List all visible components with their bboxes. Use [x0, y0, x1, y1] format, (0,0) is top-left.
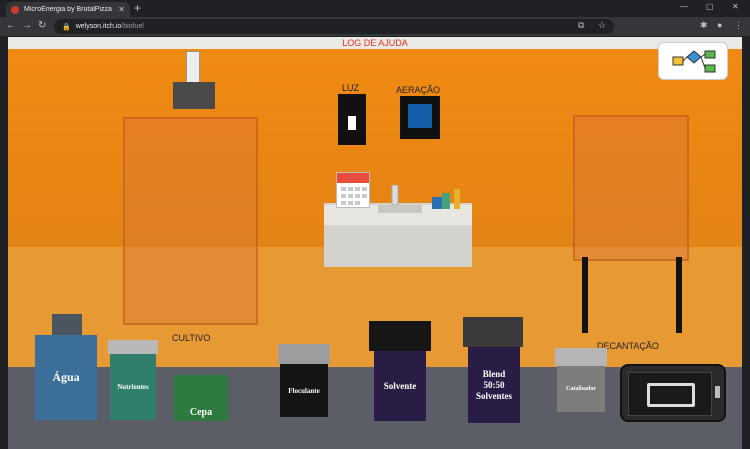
calendar-header: [337, 173, 369, 183]
maximize-icon[interactable]: ▢: [706, 2, 714, 11]
aeration-button[interactable]: [400, 96, 440, 139]
help-log-link[interactable]: LOG DE AJUDA: [8, 38, 742, 48]
decant-leg-right: [676, 257, 682, 333]
decant-leg-left: [582, 257, 588, 333]
solvente-label: Solvente: [383, 381, 417, 391]
lock-icon: 🔒: [62, 23, 71, 31]
cultivo-label: CULTIVO: [172, 333, 211, 343]
close-tab-icon[interactable]: ✕: [118, 5, 125, 14]
flowchart-help-button[interactable]: [658, 42, 728, 80]
light-label: LUZ: [342, 83, 360, 93]
browser-tabbar: MicroEnergia by BrutalPizza ✕ + — ▢ ✕: [0, 0, 750, 17]
lamp-fixture: [186, 51, 200, 85]
calendar-icon[interactable]: [336, 172, 370, 208]
catalisador-lid: [555, 348, 607, 366]
catalisador-label: Catalisador: [566, 386, 596, 392]
tab-title: MicroEnergia by BrutalPizza: [24, 6, 112, 13]
close-window-icon[interactable]: ✕: [732, 2, 739, 11]
profile-icon[interactable]: ●: [717, 20, 722, 30]
cultivation-tank[interactable]: [123, 117, 258, 325]
blend-lid: [463, 317, 523, 347]
menu-icon[interactable]: ⋮: [734, 20, 743, 31]
agua-label: Água: [52, 370, 80, 384]
decantation-tank[interactable]: [573, 115, 689, 261]
browser-tab[interactable]: MicroEnergia by BrutalPizza ✕: [6, 2, 130, 17]
cepa-label: Cepa: [189, 407, 213, 418]
blend-container[interactable]: Blend 50:50 Solventes: [468, 347, 520, 423]
agua-container[interactable]: Água: [35, 335, 97, 420]
floculante-container[interactable]: Floculante: [280, 364, 328, 417]
bookmark-star-icon[interactable]: ☆: [598, 20, 606, 31]
lamp-head[interactable]: [173, 82, 215, 109]
new-tab-button[interactable]: +: [134, 1, 141, 15]
lab-equipment: [378, 185, 460, 213]
agua-valve: [52, 314, 82, 336]
browser-toolbar: ← → ↻ 🔒 welyson.itch.io/biofuel ⧉ ☆ ✱ ● …: [0, 17, 750, 36]
translate-icon[interactable]: ⧉: [578, 20, 584, 31]
back-icon[interactable]: ←: [6, 20, 16, 31]
floculante-label: Floculante: [288, 386, 320, 395]
reload-icon[interactable]: ↻: [38, 20, 46, 31]
forward-icon[interactable]: →: [22, 20, 32, 31]
nutrientes-lid: [108, 340, 158, 354]
aeration-indicator: [408, 104, 432, 128]
phone-screen: [628, 372, 712, 416]
cepa-container[interactable]: Cepa: [174, 375, 228, 421]
camera-frame-icon: [647, 383, 695, 407]
flowchart-icon: [672, 50, 716, 73]
blend-label: Blend 50:50 Solventes: [476, 368, 512, 401]
camera-phone-button[interactable]: [620, 364, 726, 422]
url-path: /biofuel: [121, 23, 144, 30]
solvente-container[interactable]: Solvente: [374, 351, 426, 421]
calendar-grid: [341, 187, 367, 205]
extensions-icon[interactable]: ✱: [700, 20, 708, 31]
nutrientes-container[interactable]: Nutrientes: [110, 354, 156, 420]
phone-button-icon: [715, 386, 720, 398]
game-canvas[interactable]: LOG DE AJUDA CULTIVO LUZ AERAÇÃO DECANTA…: [8, 37, 742, 449]
url-host: welyson.itch.io: [75, 23, 122, 30]
minimize-icon[interactable]: —: [680, 2, 688, 11]
floculante-lid: [278, 344, 330, 364]
aeration-label: AERAÇÃO: [396, 85, 441, 95]
favicon-icon: [11, 5, 19, 14]
url-text: welyson.itch.io/biofuel: [76, 23, 144, 30]
light-switch[interactable]: [338, 94, 366, 145]
solvente-lid: [369, 321, 431, 351]
light-switch-knob: [348, 116, 356, 130]
catalisador-container[interactable]: Catalisador: [557, 366, 605, 412]
nutrientes-label: Nutrientes: [117, 383, 149, 391]
address-bar[interactable]: 🔒 welyson.itch.io/biofuel: [54, 19, 614, 34]
